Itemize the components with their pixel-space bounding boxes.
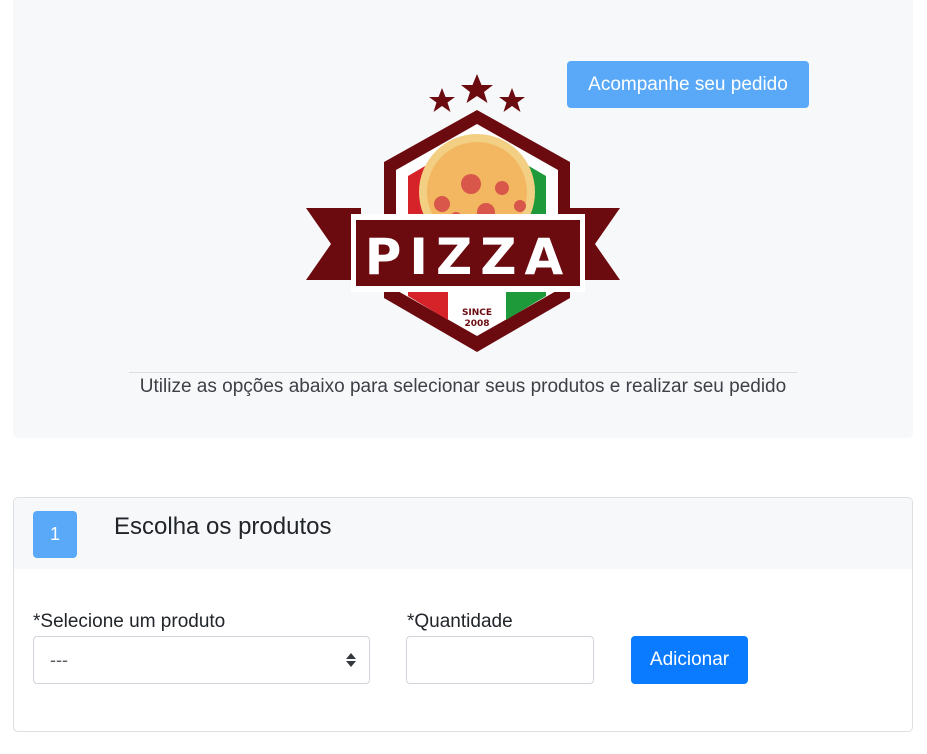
product-select-value: --- xyxy=(50,649,68,670)
pizza-logo: PIZZA SINCE 2008 xyxy=(306,74,620,352)
step-number-badge: 1 xyxy=(33,511,77,558)
hero-subtitle: Utilize as opções abaixo para selecionar… xyxy=(139,376,787,397)
quantity-label: *Quantidade xyxy=(407,611,513,632)
step-1-card: 1 Escolha os produtos *Selecione um prod… xyxy=(13,497,913,732)
select-arrows-icon xyxy=(346,653,356,667)
star-icon xyxy=(429,88,455,112)
svg-text:2008: 2008 xyxy=(464,319,489,329)
step-1-header: 1 Escolha os produtos xyxy=(14,498,912,569)
hero-divider xyxy=(129,372,797,373)
step-title: Escolha os produtos xyxy=(114,513,332,540)
product-select[interactable]: --- xyxy=(33,636,370,684)
star-icon xyxy=(499,88,525,112)
quantity-input[interactable] xyxy=(406,636,594,684)
logo-text: PIZZA xyxy=(365,228,571,286)
star-icon xyxy=(461,74,493,103)
svg-text:SINCE: SINCE xyxy=(462,308,492,318)
hero-jumbotron: Acompanhe seu pedido PIZZA SINCE 2008 Ut xyxy=(13,0,913,438)
product-label: *Selecione um produto xyxy=(33,611,226,632)
add-button[interactable]: Adicionar xyxy=(631,636,748,684)
